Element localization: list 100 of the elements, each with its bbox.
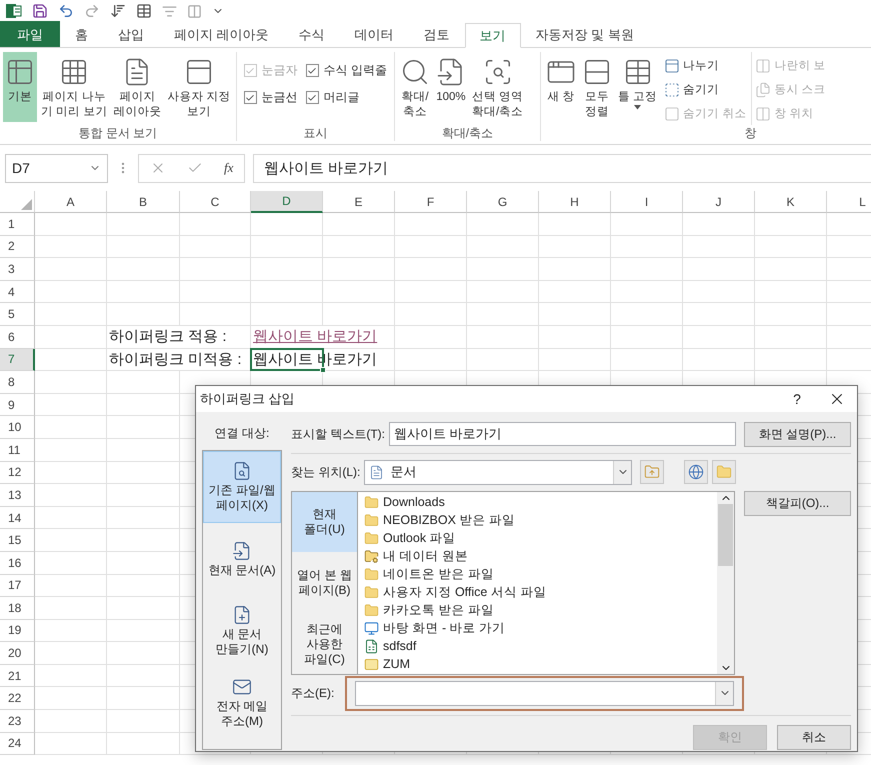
file-list-item[interactable]: 카카오톡 받은 파일	[358, 601, 717, 619]
browse-section-tab[interactable]: 열어 본 웹 페이지(B)	[292, 552, 357, 614]
column-header[interactable]: F	[395, 191, 467, 213]
sort-icon[interactable]	[110, 3, 126, 19]
name-box[interactable]: D7	[5, 154, 108, 182]
ribbon-button[interactable]: 틀 고정	[616, 52, 660, 122]
ribbon-tab[interactable]: 보기	[464, 23, 521, 48]
file-list-item[interactable]: Downloads	[358, 493, 717, 511]
row-header[interactable]: 2	[0, 236, 35, 258]
window-outline-icon	[664, 106, 680, 122]
link-target-option[interactable]: 새 문서 만들기(N)	[203, 595, 281, 667]
column-header[interactable]: B	[107, 191, 180, 213]
browse-section-tab[interactable]: 최근에 사용한 파일(C)	[292, 614, 357, 674]
document-icon	[369, 464, 384, 480]
row-header[interactable]: 10	[0, 416, 35, 439]
file-list-item[interactable]: ZUM	[358, 655, 717, 673]
browse-web-button[interactable]	[684, 460, 708, 484]
undo-icon[interactable]	[58, 3, 74, 19]
column-header[interactable]: E	[323, 191, 395, 213]
group-label: 통합 문서 보기	[77, 125, 158, 141]
row-header[interactable]: 23	[0, 710, 35, 733]
row-header[interactable]: 6	[0, 326, 35, 349]
ribbon-small-button[interactable]: 숨기기	[664, 80, 746, 99]
checkbox[interactable]	[306, 91, 319, 104]
file-list-item[interactable]: 내 데이터 원본	[358, 547, 717, 565]
checkbox-option[interactable]: 수식 입력줄	[306, 62, 387, 79]
ribbon-button[interactable]: 새 창	[544, 52, 578, 122]
row-header[interactable]: 20	[0, 642, 35, 665]
column-header[interactable]: I	[611, 191, 683, 213]
link-target-option[interactable]: 기존 파일/웹 페이지(X)	[203, 451, 281, 523]
link-target-option[interactable]: 전자 메일 주소(M)	[203, 667, 281, 739]
scrollbar[interactable]	[717, 492, 734, 674]
checkbox-option[interactable]: 머리글	[306, 89, 387, 106]
bookmark-button[interactable]: 책갈피(O)...	[744, 491, 851, 516]
row-header[interactable]: 18	[0, 597, 35, 620]
row-header[interactable]: 21	[0, 664, 35, 688]
file-list-item[interactable]: NEOBIZBOX 받은 파일	[358, 511, 717, 529]
ribbon-button[interactable]: 선택 영역 확대/축소	[470, 52, 526, 122]
row-header[interactable]: 4	[0, 280, 35, 304]
ribbon-tab[interactable]: 파일	[0, 21, 60, 47]
row-header[interactable]: 14	[0, 506, 35, 530]
look-in-dropdown[interactable]: 문서	[364, 460, 632, 484]
filter-icon[interactable]	[162, 4, 177, 18]
row-header[interactable]: 24	[0, 732, 35, 756]
insert-function-button[interactable]: fx	[224, 160, 234, 176]
row-header[interactable]: 19	[0, 620, 35, 642]
column-header[interactable]: A	[35, 191, 107, 213]
folder-up-icon	[644, 464, 660, 480]
row-header[interactable]: 12	[0, 462, 35, 484]
columns-icon[interactable]	[187, 4, 202, 18]
address-field[interactable]	[355, 680, 734, 706]
ribbon-button[interactable]: 페이지 나누 기 미리 보기	[39, 52, 110, 122]
file-list-item[interactable]: 바탕 화면 - 바로 가기	[358, 619, 717, 637]
row-header[interactable]: 9	[0, 394, 35, 416]
row-header[interactable]: 15	[0, 529, 35, 552]
help-button[interactable]: ?	[777, 386, 817, 412]
row-header[interactable]: 8	[0, 371, 35, 394]
column-header[interactable]: G	[467, 191, 539, 213]
column-header[interactable]: H	[539, 191, 611, 213]
link-target-option[interactable]: 현재 문서(A)	[203, 523, 281, 595]
dialog-button[interactable]: 취소	[777, 725, 851, 750]
screen-tip-button[interactable]: 화면 설명(P)...	[744, 422, 851, 446]
formula-field[interactable]: 웹사이트 바로가기	[253, 154, 871, 182]
ribbon-button[interactable]: 확대/ 축소	[398, 52, 432, 122]
file-list-item[interactable]: sdfsdf	[358, 637, 717, 655]
column-header[interactable]: K	[755, 191, 827, 213]
checkbox-option[interactable]: 눈금선	[244, 89, 298, 106]
row-header[interactable]: 1	[0, 213, 35, 236]
up-folder-button[interactable]	[640, 460, 664, 484]
file-list-item[interactable]: 네이트온 받은 파일	[358, 565, 717, 583]
column-header[interactable]: J	[683, 191, 755, 213]
folder-icon	[364, 494, 379, 510]
save-icon[interactable]	[32, 3, 48, 19]
ribbon-button[interactable]: 100%	[434, 52, 468, 122]
redo-icon[interactable]	[84, 3, 100, 19]
row-header[interactable]: 7	[0, 348, 35, 372]
caret-icon	[634, 105, 642, 110]
row-header[interactable]: 13	[0, 484, 35, 507]
ribbon-button[interactable]: 페이지 레이아웃	[111, 52, 164, 122]
row-header[interactable]: 16	[0, 552, 35, 574]
row-header[interactable]: 11	[0, 438, 35, 462]
column-header[interactable]: C	[180, 191, 251, 213]
check-mark-icon	[307, 92, 318, 102]
ribbon-button[interactable]: 기본	[3, 52, 37, 122]
ribbon-button[interactable]: 사용자 지정 보기	[165, 52, 233, 122]
display-text-field[interactable]: 웹사이트 바로가기	[389, 422, 736, 446]
document-arrow-icon	[232, 540, 252, 560]
checkbox[interactable]	[306, 64, 319, 77]
file-list-item[interactable]: Outlook 파일	[358, 529, 717, 547]
checkbox[interactable]	[244, 91, 257, 104]
row-header[interactable]: 5	[0, 303, 35, 326]
browse-section-tab[interactable]: 현재 폴더(U)	[292, 492, 357, 552]
row-header[interactable]: 17	[0, 574, 35, 598]
ribbon-button[interactable]: 모두 정렬	[580, 52, 614, 122]
file-list-item[interactable]: 사용자 지정 Office 서식 파일	[358, 583, 717, 601]
row-header[interactable]: 3	[0, 258, 35, 281]
column-header[interactable]: D	[251, 191, 323, 213]
globe-icon	[688, 464, 704, 480]
row-header[interactable]: 22	[0, 687, 35, 710]
ribbon-small-button[interactable]: 나누기	[664, 56, 746, 75]
